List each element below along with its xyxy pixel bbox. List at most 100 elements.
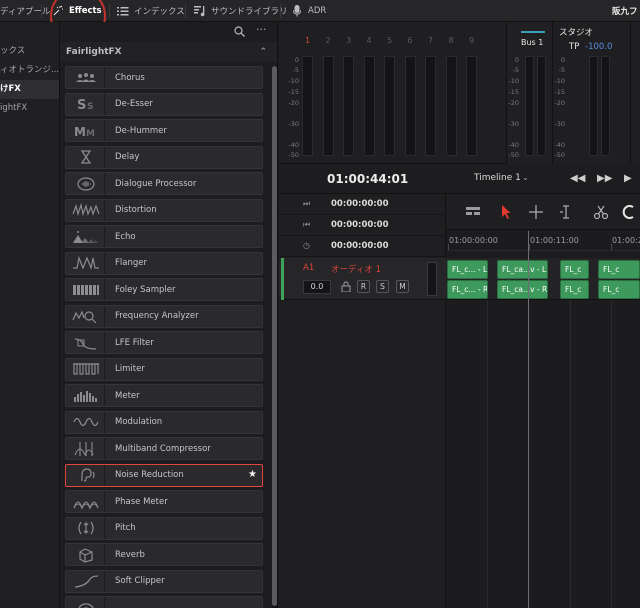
grid-line <box>611 300 612 608</box>
audio-clip[interactable]: FL_c <box>598 280 640 299</box>
track-name[interactable]: オーディオ 1 <box>331 263 381 275</box>
rewind-icon[interactable]: ◀◀ <box>570 173 585 184</box>
fx-item-delay[interactable]: Delay <box>65 145 263 169</box>
out-point-timecode[interactable]: 00:00:00:00 <box>331 220 389 230</box>
track-id: A1 <box>303 263 315 273</box>
solo-button[interactable]: S <box>376 280 389 293</box>
audio-clip[interactable]: FL_c <box>560 260 589 279</box>
fx-item-echo[interactable]: Echo <box>65 225 263 248</box>
toolbar-divider <box>280 4 281 18</box>
adr-tab[interactable]: ADR <box>291 0 326 22</box>
fx-item-phase-meter[interactable]: Phase Meter <box>65 490 263 513</box>
audio-clip[interactable]: FL_c <box>560 280 589 299</box>
media-pool-label: ディアプール <box>0 7 51 17</box>
fx-item-foley-sampler[interactable]: Foley Sampler <box>65 278 263 301</box>
range-selection-icon[interactable] <box>527 203 545 221</box>
sound-library-tab[interactable]: サウンドライブラリ <box>194 0 288 22</box>
db-scale-label: -20 <box>554 99 565 107</box>
fx-item-de-hummer[interactable]: MM De-Hummer <box>65 119 263 142</box>
in-point-timecode[interactable]: 00:00:00:00 <box>331 199 389 209</box>
fx-item-flanger[interactable]: Flanger <box>65 251 263 275</box>
fx-item-distortion[interactable]: Distortion <box>65 198 263 222</box>
timeline-ruler[interactable]: 01:00:00:00 01:00:11:00 01:00:2 <box>446 231 640 251</box>
category-panel-header <box>0 22 59 42</box>
bus-meter <box>537 56 546 156</box>
fx-item-noise-reduction[interactable]: Noise Reduction ★ <box>65 463 263 487</box>
category-item-mix[interactable]: ックス <box>0 42 59 61</box>
effects-scrollbar[interactable] <box>272 66 277 608</box>
true-peak-value: -100.0 <box>585 42 613 52</box>
collapse-chevron-icon[interactable]: ⌃ <box>259 42 267 62</box>
svg-text:M: M <box>74 125 86 139</box>
category-item-fairlight-fx[interactable]: ightFX <box>0 99 59 118</box>
effects-list: Chorus SS De-Esser MM De-Hummer Delay Di… <box>65 66 263 608</box>
audio-clip[interactable]: FL_c... - R <box>447 280 488 299</box>
bus-meter <box>525 56 534 156</box>
fx-item-chorus[interactable]: Chorus <box>65 66 263 89</box>
lock-icon[interactable] <box>341 281 351 293</box>
fx-item-pitch[interactable]: Pitch <box>65 516 263 540</box>
playhead[interactable] <box>528 231 529 608</box>
project-title: 阪九フ <box>612 0 638 22</box>
audio-meters-panel: 123456789 0 -5 -10 -15 -20 -30 -40 -50 Bus 1 0-… <box>279 22 640 164</box>
fast-forward-icon[interactable]: ▶▶ <box>597 173 612 184</box>
audio-clip[interactable]: FL_ca...v - L <box>497 260 548 279</box>
ruler-tick <box>448 244 449 250</box>
audio-clip[interactable]: FL_ca...v - R <box>497 280 548 299</box>
delay-icon <box>67 146 105 168</box>
index-tab[interactable]: インデックス <box>117 0 185 22</box>
snapping-magnet-icon[interactable] <box>620 203 638 221</box>
category-item-label: けFX <box>0 84 21 94</box>
pitch-icon <box>67 517 105 539</box>
right-panel-edge <box>630 22 640 164</box>
favorite-star-icon[interactable]: ★ <box>248 469 257 480</box>
duration-timecode[interactable]: 00:00:00:00 <box>331 241 389 251</box>
view-options-icon[interactable] <box>464 203 482 221</box>
fx-item-multiband-compressor[interactable]: Multiband Compressor <box>65 437 263 460</box>
meter-icon <box>67 385 105 406</box>
db-scale-label: -15 <box>508 88 519 96</box>
edit-selection-icon[interactable] <box>557 203 575 221</box>
fx-item-label: Pitch <box>115 523 136 533</box>
db-scale: 0 -5 -10 -15 -20 -30 -40 -50 <box>281 56 299 164</box>
category-header-fairlightfx[interactable]: FairlightFX ⌃ <box>60 42 277 62</box>
category-item-audio-transitions[interactable]: ィオトランジ... <box>0 61 59 80</box>
db-scale: 0 -5 -10 -15 -20 -30 -40 -50 <box>547 56 565 159</box>
razor-scissors-icon[interactable] <box>592 203 610 221</box>
fx-item-limiter[interactable]: Limiter <box>65 357 263 381</box>
track-volume-field[interactable]: 0.0 <box>303 280 331 294</box>
audio-track-header[interactable]: A1 オーディオ 1 0.0 R S M <box>279 258 446 300</box>
db-scale-label: 0 <box>514 56 519 64</box>
db-scale-label: -10 <box>508 77 519 85</box>
audio-clip[interactable]: FL_c <box>598 260 640 279</box>
record-arm-button[interactable]: R <box>357 280 370 293</box>
selection-pointer-icon[interactable] <box>497 203 515 221</box>
audio-clip[interactable]: FL_c... - L <box>447 260 488 279</box>
fx-item-modulation[interactable]: Modulation <box>65 410 263 434</box>
flanger-icon <box>67 252 105 274</box>
search-icon[interactable] <box>234 26 245 37</box>
fx-item-reverb[interactable]: Reverb <box>65 543 263 566</box>
transport-bar: 01:00:44:01 Timeline 1 ⌄ ◀◀ ▶▶ ▶ <box>279 164 640 194</box>
more-options-icon[interactable]: ··· <box>256 23 267 36</box>
true-peak-label: TP <box>569 42 580 52</box>
fx-item-meter[interactable]: Meter <box>65 384 263 407</box>
timeline-selector[interactable]: Timeline 1 <box>474 173 521 183</box>
fx-item-dialogue-processor[interactable]: Dialogue Processor <box>65 172 263 195</box>
channel-meter <box>425 56 436 156</box>
fx-item-stereo[interactable] <box>65 596 263 608</box>
fx-item-frequency-analyzer[interactable]: Frequency Analyzer <box>65 304 263 328</box>
fx-item-label: Flanger <box>115 258 147 268</box>
chevron-down-icon[interactable]: ⌄ <box>522 173 529 182</box>
scrollbar-thumb[interactable] <box>272 66 277 606</box>
media-pool-tab[interactable]: ディアプール <box>0 0 50 22</box>
category-item-audio-fx[interactable]: けFX <box>0 80 59 99</box>
fx-item-de-esser[interactable]: SS De-Esser <box>65 92 263 116</box>
fx-item-lfe-filter[interactable]: LFE Filter <box>65 331 263 354</box>
db-scale-label: -30 <box>288 120 299 128</box>
audio-track-lane[interactable]: FL_c... - L FL_ca...v - L FL_c FL_c FL_c… <box>446 258 640 300</box>
mute-button[interactable]: M <box>396 280 409 293</box>
play-icon[interactable]: ▶ <box>624 173 632 184</box>
db-scale-label: -5 <box>512 66 519 74</box>
fx-item-soft-clipper[interactable]: Soft Clipper <box>65 569 263 593</box>
